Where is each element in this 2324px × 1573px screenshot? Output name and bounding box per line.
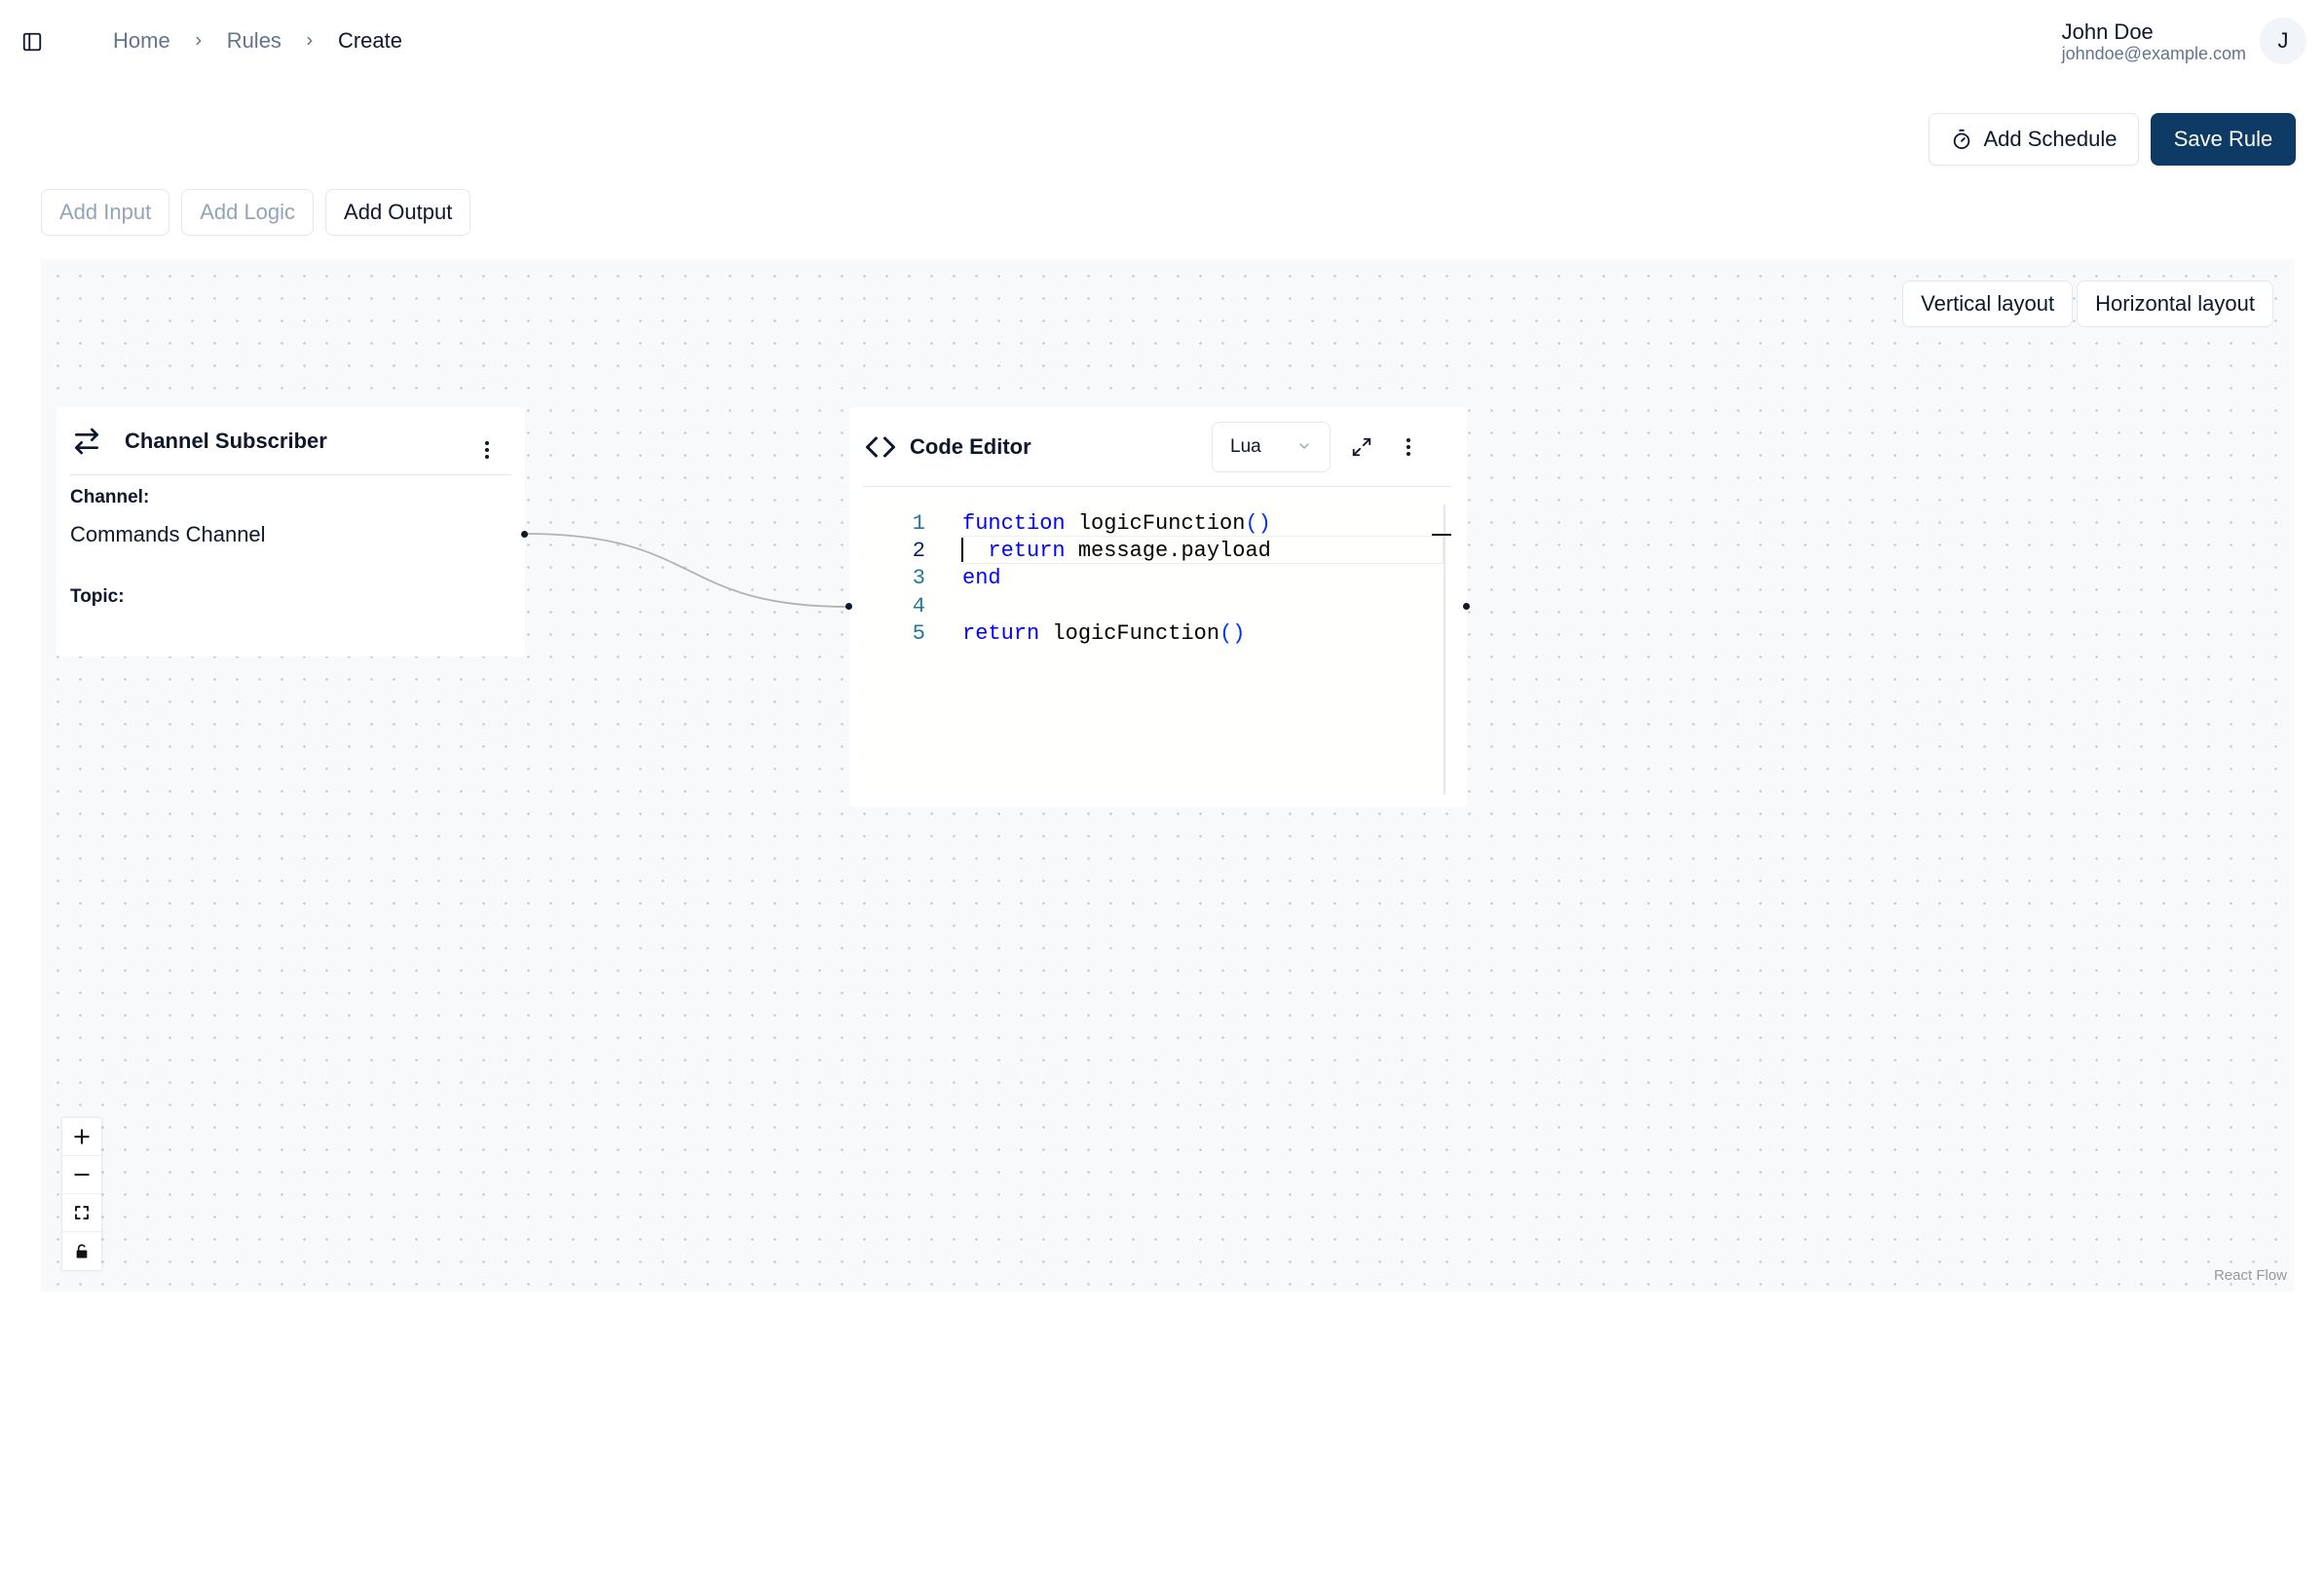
code-text: function logicFunction()	[962, 510, 1271, 536]
node-menu-button[interactable]	[1399, 432, 1418, 462]
zoom-in-button[interactable]	[62, 1118, 101, 1156]
plus-icon	[74, 1129, 90, 1144]
code-text: return message.payload	[988, 538, 1271, 563]
node-title: Channel Subscriber	[125, 428, 327, 453]
breadcrumb: Home Rules Create	[113, 25, 402, 56]
add-logic-button[interactable]: Add Logic	[181, 189, 315, 236]
expand-button[interactable]	[1346, 431, 1377, 463]
channel-value[interactable]: Commands Channel	[70, 522, 266, 547]
node-title: Code Editor	[910, 433, 1031, 459]
line-number: 2	[912, 538, 925, 563]
panel-left-icon	[22, 32, 42, 52]
flow-canvas[interactable]: Vertical layout Horizontal layout Channe…	[41, 259, 2295, 1292]
language-select[interactable]: Lua	[1212, 422, 1331, 472]
flow-controls	[62, 1118, 101, 1270]
chevron-right-icon	[303, 34, 317, 48]
source-handle[interactable]	[1463, 603, 1470, 610]
unlock-icon	[76, 1243, 88, 1258]
user-name: John Doe	[2061, 19, 2154, 44]
source-handle[interactable]	[521, 531, 528, 538]
code-line: 4	[863, 592, 1438, 619]
dot	[1406, 445, 1410, 449]
save-rule-button[interactable]: Save Rule	[2151, 113, 2296, 166]
react-flow-attribution[interactable]: React Flow	[2210, 1265, 2291, 1286]
code-editor-area[interactable]: 1 function logicFunction() 2 return mess…	[863, 497, 1451, 795]
avatar[interactable]: J	[2260, 18, 2306, 64]
node-menu-button[interactable]	[477, 435, 497, 465]
dot	[485, 441, 489, 445]
breadcrumb-rules[interactable]: Rules	[227, 28, 281, 54]
breadcrumb-create: Create	[337, 28, 402, 53]
language-value: Lua	[1230, 436, 1261, 457]
channel-subscriber-node[interactable]: Channel Subscriber Channel: Commands Cha…	[56, 407, 528, 656]
target-handle[interactable]	[845, 603, 852, 610]
sidebar-toggle-button[interactable]	[19, 29, 45, 55]
code-line: 5 return logicFunction()	[863, 619, 1438, 647]
fit-view-icon	[75, 1206, 89, 1219]
node-header: Channel Subscriber	[70, 407, 511, 475]
add-schedule-button[interactable]: Add Schedule	[1929, 113, 2139, 166]
minus-icon	[74, 1173, 90, 1177]
channel-label: Channel:	[70, 487, 150, 507]
chevron-down-icon	[1296, 438, 1312, 460]
line-number: 4	[912, 593, 925, 618]
editor-scrollbar[interactable]	[1443, 505, 1445, 795]
line-number: 5	[912, 620, 925, 646]
arrow-right-left-icon	[70, 425, 103, 458]
dot	[485, 448, 489, 452]
topic-label: Topic:	[70, 586, 125, 607]
dot	[1406, 452, 1410, 456]
maximize-icon	[1352, 437, 1371, 457]
code-text: return logicFunction()	[962, 620, 1246, 646]
code-line: 3 end	[863, 564, 1438, 591]
add-schedule-label: Add Schedule	[1983, 127, 2118, 151]
node-header: Code Editor Lua	[863, 407, 1451, 487]
code-icon	[863, 430, 898, 465]
breadcrumb-home[interactable]: Home	[113, 28, 170, 54]
chevron-right-icon	[192, 34, 206, 48]
zoom-out-button[interactable]	[62, 1156, 101, 1194]
add-input-button[interactable]: Add Input	[41, 189, 170, 236]
add-output-button[interactable]: Add Output	[325, 189, 471, 236]
code-line: 1 function logicFunction()	[863, 509, 1438, 537]
lock-button[interactable]	[62, 1232, 101, 1270]
line-number: 3	[912, 565, 925, 590]
line-number: 1	[912, 510, 925, 536]
timer-icon	[1953, 129, 1969, 150]
node-toolbar: Add Input Add Logic Add Output	[41, 189, 471, 236]
fit-view-button[interactable]	[62, 1194, 101, 1232]
dot	[1406, 438, 1410, 442]
user-info[interactable]: John Doe johndoe@example.com	[2061, 19, 2246, 64]
code-line: 2 return message.payload	[863, 537, 1438, 564]
code-text: end	[962, 565, 1001, 590]
code-editor-node[interactable]: Code Editor Lua 1 function logicFunction…	[845, 407, 1470, 806]
dot	[485, 455, 489, 459]
user-email: johndoe@example.com	[2061, 44, 2246, 63]
